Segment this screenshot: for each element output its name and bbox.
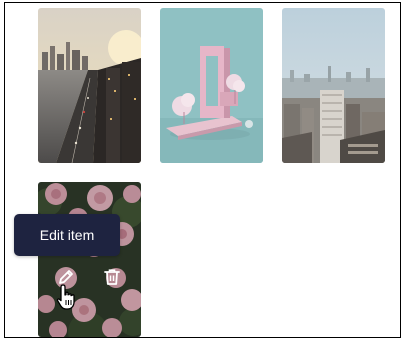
edit-item-tooltip: Edit item [14,214,120,256]
tooltip-text: Edit item [39,227,95,243]
city-harbor-image [38,8,141,163]
delete-item-button[interactable] [99,264,125,290]
trash-icon [104,269,120,285]
gallery-item-city-skyline[interactable] [282,8,385,163]
pink-roses-image [38,182,141,337]
pencil-icon [59,270,73,284]
gallery-item-city-harbor[interactable] [38,8,141,163]
city-skyline-image [282,8,385,163]
pink-arch-image [160,8,263,163]
edit-item-button[interactable] [53,264,79,290]
item-actions [38,264,141,294]
gallery-item-pink-roses[interactable] [38,182,141,337]
gallery-item-pink-arch[interactable] [160,8,263,163]
